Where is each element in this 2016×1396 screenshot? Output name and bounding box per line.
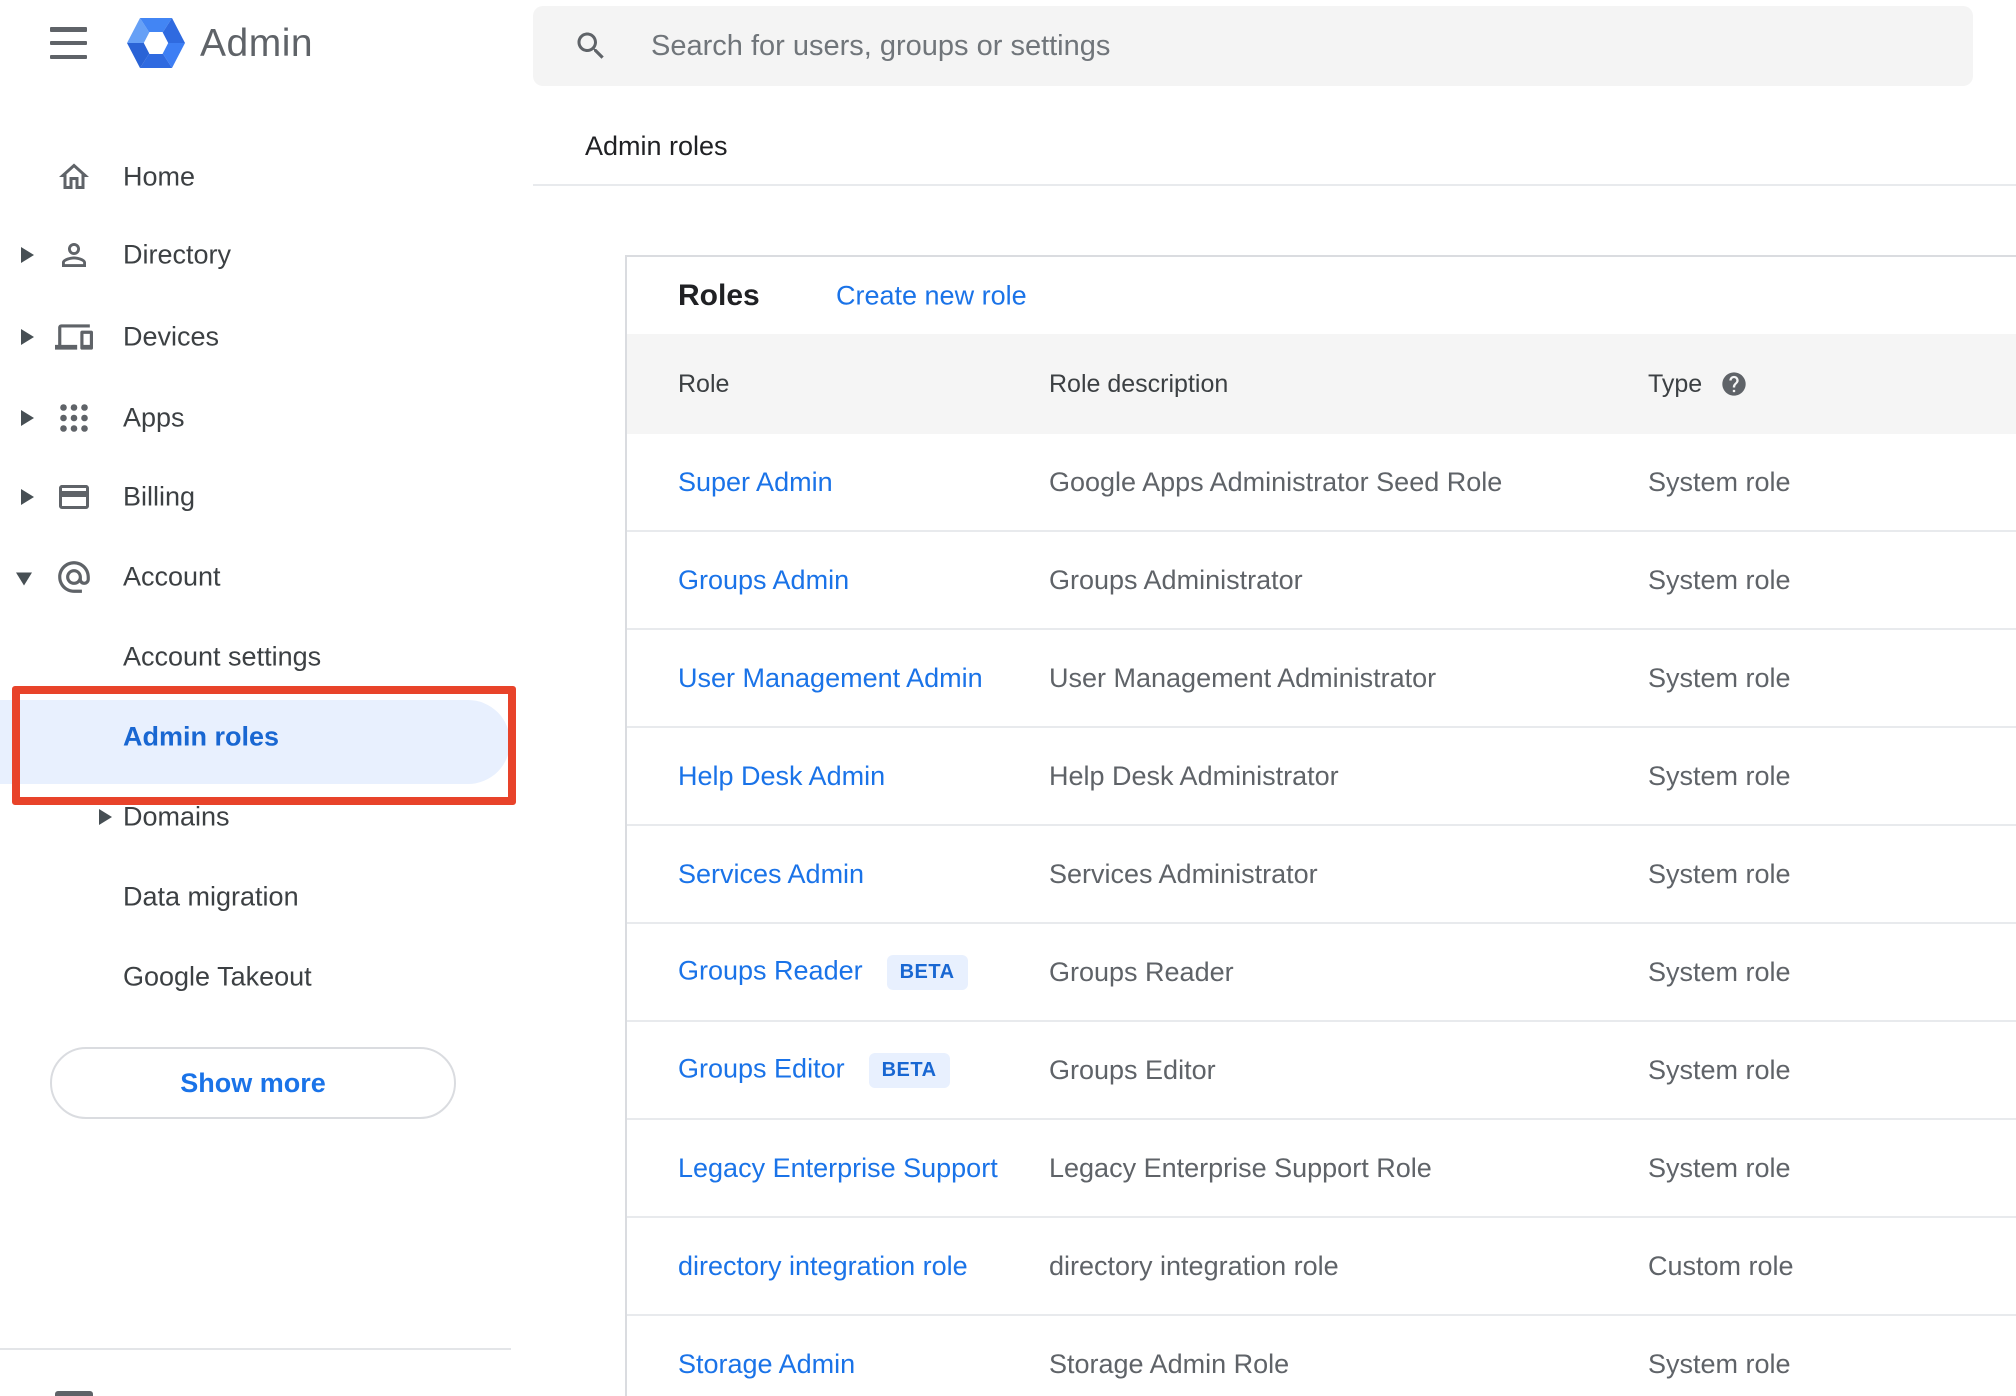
table-row: Legacy Enterprise Support Legacy Enterpr… — [627, 1120, 2016, 1218]
table-row: Storage Admin Storage Admin Role System … — [627, 1316, 2016, 1396]
table-header-row: Role Role description Type — [627, 334, 2016, 434]
beta-badge: BETA — [868, 1052, 950, 1088]
sidebar-item-label: Google Takeout — [123, 961, 312, 992]
chevron-down-icon[interactable] — [16, 572, 32, 586]
search-icon — [577, 32, 604, 59]
role-link[interactable]: directory integration role — [678, 1251, 968, 1281]
column-header-role: Role — [678, 369, 730, 398]
sidebar-item-label: Domains — [123, 801, 230, 832]
role-link[interactable]: Services Admin — [678, 859, 864, 889]
create-new-role-link[interactable]: Create new role — [836, 280, 1027, 311]
apps-grid-icon — [55, 399, 93, 437]
role-type: System role — [1648, 858, 1791, 889]
table-row: Help Desk Admin Help Desk Administrator … — [627, 728, 2016, 826]
help-icon[interactable] — [1720, 370, 1748, 398]
card-title: Roles — [678, 278, 760, 312]
home-icon — [55, 158, 93, 196]
table-row: Groups Admin Groups Administrator System… — [627, 532, 2016, 630]
role-type: System role — [1648, 466, 1791, 497]
sidebar-bottom-divider — [0, 1348, 511, 1350]
sidebar-item-domains[interactable]: Domains — [0, 777, 527, 857]
role-link[interactable]: Help Desk Admin — [678, 761, 885, 791]
sidebar-item-label: Billing — [123, 481, 196, 512]
role-description: Services Administrator — [1049, 858, 1318, 889]
role-description: Groups Editor — [1049, 1054, 1216, 1085]
sidebar-item-label: Data migration — [123, 881, 299, 912]
credit-card-icon — [55, 478, 93, 516]
role-description: Help Desk Administrator — [1049, 760, 1339, 791]
sidebar-item-apps[interactable]: Apps — [0, 378, 527, 458]
role-type: System role — [1648, 956, 1791, 987]
role-link[interactable]: Groups Admin — [678, 565, 849, 595]
sidebar-item-data-migration[interactable]: Data migration — [0, 857, 527, 937]
role-description: Groups Reader — [1049, 956, 1234, 987]
breadcrumb: Admin roles — [585, 131, 728, 161]
search-bar[interactable] — [533, 6, 1973, 86]
cutoff-bottom-icon — [55, 1391, 93, 1396]
sidebar-item-google-takeout[interactable]: Google Takeout — [0, 937, 527, 1017]
app-title: Admin — [200, 22, 314, 65]
hamburger-menu-icon[interactable] — [50, 27, 88, 59]
roles-card-header: Roles Create new role — [627, 257, 2016, 334]
sidebar-item-label: Account settings — [123, 641, 322, 672]
table-row: Super Admin Google Apps Administrator Se… — [627, 434, 2016, 532]
table-row: Groups Editor BETA Groups Editor System r… — [627, 1022, 2016, 1120]
sidebar-item-home[interactable]: Home — [0, 137, 527, 217]
role-description: Google Apps Administrator Seed Role — [1049, 466, 1503, 497]
beta-badge: BETA — [886, 954, 968, 990]
show-more-button[interactable]: Show more — [50, 1047, 456, 1119]
role-description: User Management Administrator — [1049, 662, 1437, 693]
chevron-right-icon[interactable] — [21, 410, 34, 426]
role-link[interactable]: Super Admin — [678, 467, 833, 497]
sidebar-item-admin-roles[interactable]: Admin roles — [0, 697, 527, 777]
role-link[interactable]: Groups Reader — [678, 955, 863, 985]
role-description: directory integration role — [1049, 1250, 1339, 1281]
column-header-description: Role description — [1049, 369, 1229, 398]
roles-card: Roles Create new role Role Role descript… — [625, 255, 2016, 1396]
chevron-right-icon[interactable] — [99, 809, 112, 825]
sidebar-item-billing[interactable]: Billing — [0, 457, 527, 537]
admin-hexagon-logo — [126, 14, 186, 72]
table-row: User Management Admin User Management Ad… — [627, 630, 2016, 728]
sidebar-item-label: Directory — [123, 239, 232, 270]
table-row: Groups Reader BETA Groups Reader System r… — [627, 924, 2016, 1022]
sidebar-item-label: Admin roles — [123, 721, 280, 752]
sidebar-item-label: Apps — [123, 402, 185, 433]
role-type: System role — [1648, 1054, 1791, 1085]
role-description: Storage Admin Role — [1049, 1348, 1290, 1379]
chevron-right-icon[interactable] — [21, 329, 34, 345]
sidebar-item-devices[interactable]: Devices — [0, 297, 527, 377]
role-type: System role — [1648, 1152, 1791, 1183]
sidebar-item-label: Home — [123, 161, 196, 192]
table-row: Services Admin Services Administrator Sy… — [627, 826, 2016, 924]
devices-icon — [55, 318, 93, 356]
search-input[interactable] — [651, 29, 1851, 63]
role-description: Legacy Enterprise Support Role — [1049, 1152, 1432, 1183]
role-link[interactable]: User Management Admin — [678, 663, 983, 693]
role-description: Groups Administrator — [1049, 564, 1303, 595]
sidebar-item-label: Devices — [123, 321, 220, 352]
role-type: System role — [1648, 1348, 1791, 1379]
role-link[interactable]: Groups Editor — [678, 1053, 845, 1083]
sidebar-item-account-settings[interactable]: Account settings — [0, 617, 527, 697]
role-type: Custom role — [1648, 1250, 1794, 1281]
table-row: directory integration role directory int… — [627, 1218, 2016, 1316]
role-type: System role — [1648, 760, 1791, 791]
column-header-type: Type — [1648, 369, 1703, 398]
sidebar-item-account[interactable]: Account — [0, 537, 527, 617]
sidebar-item-directory[interactable]: Directory — [0, 215, 527, 295]
sidebar-item-label: Account — [123, 561, 221, 592]
role-type: System role — [1648, 662, 1791, 693]
person-icon — [55, 236, 93, 274]
role-link[interactable]: Legacy Enterprise Support — [678, 1153, 998, 1183]
role-link[interactable]: Storage Admin — [678, 1349, 855, 1379]
at-email-icon — [55, 558, 93, 596]
chevron-right-icon[interactable] — [21, 489, 34, 505]
role-type: System role — [1648, 564, 1791, 595]
chevron-right-icon[interactable] — [21, 247, 34, 263]
header-divider — [533, 184, 2016, 186]
